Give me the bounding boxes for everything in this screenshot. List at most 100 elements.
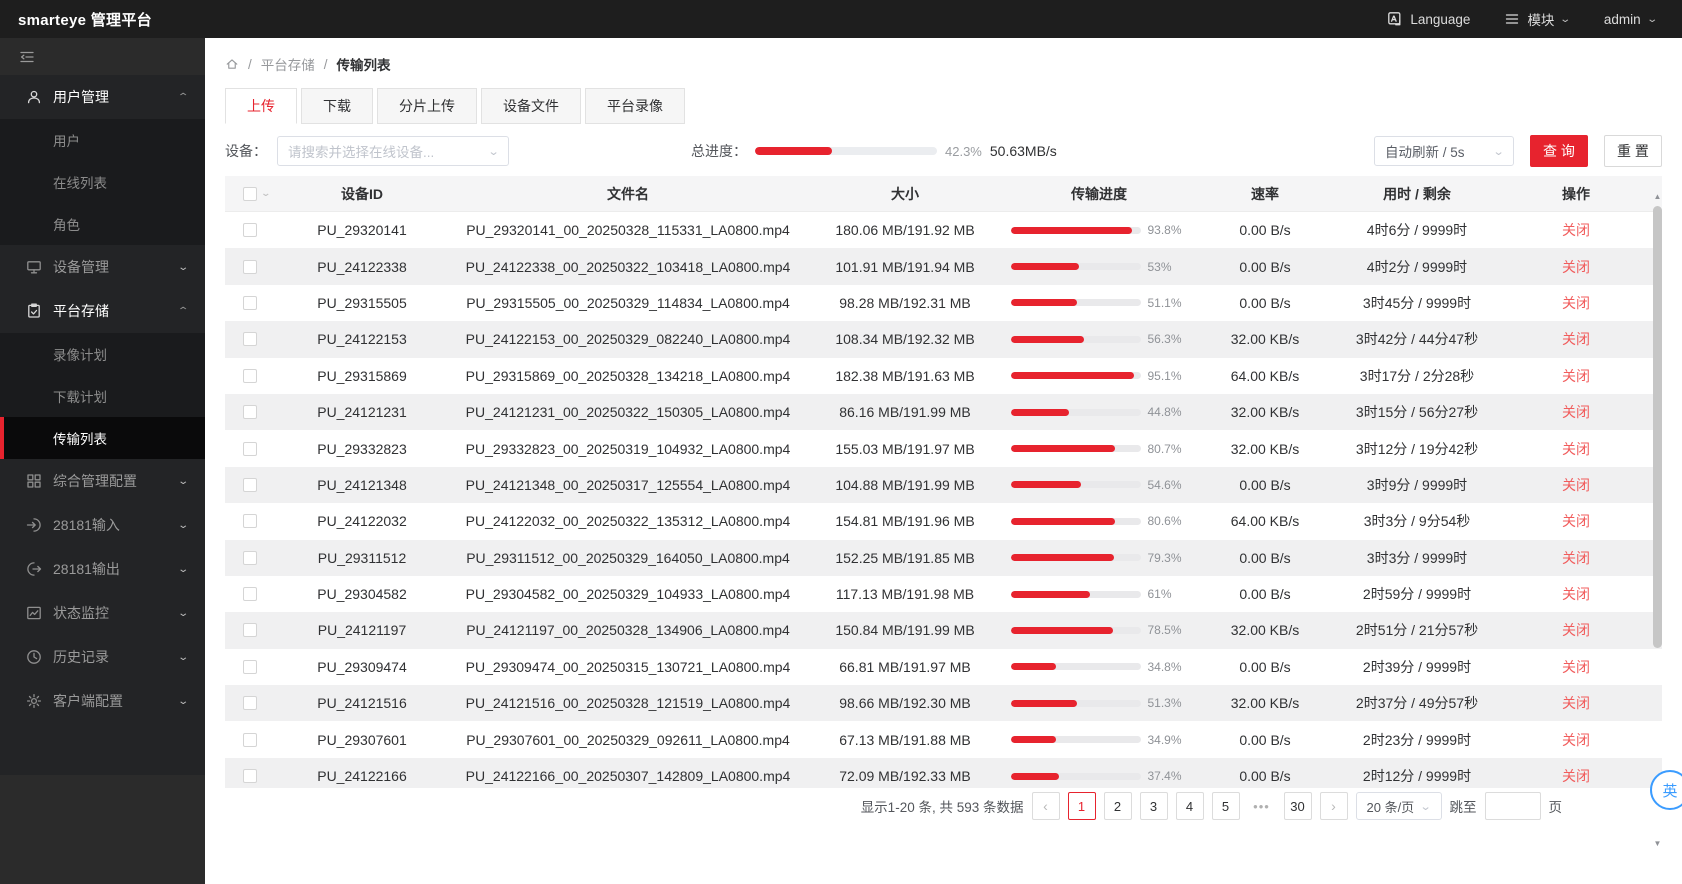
table-row: PU_24122166 PU_24122166_00_20250307_1428… (225, 757, 1662, 788)
page-size-select[interactable]: 20 条/页 ⌄ (1355, 792, 1442, 820)
sidebar-subitem-users[interactable]: 用户 (0, 119, 205, 161)
row-checkbox[interactable] (243, 477, 257, 492)
row-checkbox[interactable] (243, 514, 257, 529)
close-action-link[interactable]: 关闭 (1562, 622, 1590, 638)
cell-file-name: PU_24121197_00_20250328_134906_LA0800.mp… (466, 622, 790, 639)
scroll-up-icon[interactable]: ▲ (1650, 192, 1665, 201)
cell-rate: 64.00 KB/s (1230, 513, 1300, 530)
sidebar-item-history[interactable]: 历史记录 ⌄ (0, 635, 205, 679)
close-action-link[interactable]: 关闭 (1562, 659, 1590, 675)
close-action-link[interactable]: 关闭 (1562, 331, 1590, 347)
row-checkbox[interactable] (243, 295, 257, 310)
sidebar-subitem-online-list[interactable]: 在线列表 (0, 161, 205, 203)
close-action-link[interactable]: 关闭 (1562, 768, 1590, 784)
sidebar-subitem-download-plan[interactable]: 下载计划 (0, 375, 205, 417)
sidebar-item-platform-storage[interactable]: 平台存储 ⌃ (0, 289, 205, 333)
col-header-device-id: 设备ID (341, 185, 383, 202)
cell-device-id: PU_24122338 (317, 258, 407, 275)
row-checkbox[interactable] (243, 623, 257, 638)
scrollbar-thumb[interactable] (1653, 206, 1662, 648)
page-button[interactable]: 2 (1103, 792, 1132, 820)
sidebar-item-user-management[interactable]: 用户管理 ⌃ (0, 75, 205, 119)
sidebar-item-device-management[interactable]: 设备管理 ⌄ (0, 245, 205, 289)
sidebar-subitem-transfer-list[interactable]: 传输列表 (0, 417, 205, 459)
jump-page-input[interactable] (1484, 792, 1541, 820)
row-progress-fill (1010, 626, 1113, 634)
next-page-button[interactable]: › (1319, 792, 1348, 820)
sidebar-item-client-config[interactable]: 客户端配置 ⌄ (0, 679, 205, 723)
close-action-link[interactable]: 关闭 (1562, 550, 1590, 566)
row-checkbox[interactable] (243, 696, 257, 711)
row-checkbox[interactable] (243, 659, 257, 674)
page-button[interactable]: 4 (1175, 792, 1204, 820)
cell-size: 67.13 MB/191.88 MB (839, 731, 971, 748)
sidebar-subitem-roles[interactable]: 角色 (0, 203, 205, 245)
page-button[interactable]: 1 (1067, 792, 1096, 820)
close-action-link[interactable]: 关闭 (1562, 368, 1590, 384)
close-action-link[interactable]: 关闭 (1562, 441, 1590, 457)
sign-out-icon (27, 562, 42, 576)
sidebar-item-28181-input[interactable]: 28181输入 ⌄ (0, 503, 205, 547)
tab-device-files[interactable]: 设备文件 (481, 88, 581, 124)
close-action-link[interactable]: 关闭 (1562, 259, 1590, 275)
topbar: smarteye 管理平台 Language 模块 ⌄ admin ⌄ (0, 0, 1682, 38)
sidebar-item-28181-output[interactable]: 28181输出 ⌄ (0, 547, 205, 591)
row-checkbox[interactable] (243, 405, 257, 420)
page-button[interactable]: 3 (1139, 792, 1168, 820)
row-checkbox[interactable] (243, 769, 257, 784)
breadcrumb-sep: / (323, 56, 328, 72)
language-toggle-button[interactable]: 英 (1650, 770, 1682, 810)
tab-download[interactable]: 下载 (301, 88, 373, 124)
cell-file-name: PU_29332823_00_20250319_104932_LA0800.mp… (465, 440, 791, 457)
row-checkbox[interactable] (243, 223, 257, 238)
close-action-link[interactable]: 关闭 (1562, 477, 1590, 493)
tab-upload[interactable]: 上传 (225, 88, 297, 124)
row-checkbox[interactable] (243, 368, 257, 383)
cell-rate: 0.00 B/s (1239, 476, 1291, 493)
tab-chunk-upload[interactable]: 分片上传 (377, 88, 477, 124)
sidebar-item-status-monitor[interactable]: 状态监控 ⌄ (0, 591, 205, 635)
cell-size: 101.91 MB/191.94 MB (835, 258, 975, 275)
close-action-link[interactable]: 关闭 (1562, 732, 1590, 748)
cell-file-name: PU_29307601_00_20250329_092611_LA0800.mp… (466, 731, 790, 748)
home-icon[interactable] (225, 57, 239, 71)
collapse-sidebar-icon[interactable] (19, 49, 35, 65)
row-checkbox[interactable] (243, 441, 257, 456)
row-checkbox[interactable] (243, 550, 257, 565)
close-action-link[interactable]: 关闭 (1562, 513, 1590, 529)
user-menu[interactable]: admin ⌄ (1604, 12, 1658, 27)
close-action-link[interactable]: 关闭 (1562, 586, 1590, 602)
scroll-down-icon[interactable]: ▼ (1650, 839, 1665, 848)
total-progress-fill (755, 147, 832, 155)
query-button[interactable]: 查 询 (1530, 135, 1588, 167)
select-all-checkbox[interactable] (243, 186, 257, 201)
table-scrollbar[interactable]: ▲ ▼ (1650, 190, 1665, 850)
close-action-link[interactable]: 关闭 (1562, 222, 1590, 238)
row-checkbox[interactable] (243, 587, 257, 602)
row-checkbox[interactable] (243, 332, 257, 347)
chevron-down-icon[interactable]: ⌄ (260, 188, 271, 199)
breadcrumb-item[interactable]: 平台存储 (261, 54, 315, 74)
row-checkbox[interactable] (243, 259, 257, 274)
page-button[interactable]: 30 (1283, 792, 1312, 820)
sidebar-subitem-recording-plan[interactable]: 录像计划 (0, 333, 205, 375)
tab-platform-recording[interactable]: 平台录像 (585, 88, 685, 124)
cell-file-name: PU_24122032_00_20250322_135312_LA0800.mp… (465, 513, 791, 530)
row-checkbox[interactable] (243, 732, 257, 747)
close-action-link[interactable]: 关闭 (1562, 295, 1590, 311)
auto-refresh-select[interactable]: 自动刷新 / 5s ⌄ (1374, 136, 1514, 166)
prev-page-button[interactable]: ‹ (1031, 792, 1060, 820)
cell-file-name: PU_24121348_00_20250317_125554_LA0800.mp… (465, 476, 791, 493)
row-progress-bar (1010, 554, 1141, 562)
sidebar-item-integrated-config[interactable]: 综合管理配置 ⌄ (0, 459, 205, 503)
close-action-link[interactable]: 关闭 (1562, 695, 1590, 711)
row-progress-bar (1010, 626, 1141, 634)
gear-icon (26, 693, 42, 709)
cell-rate: 0.00 B/s (1239, 549, 1291, 566)
module-menu[interactable]: 模块 ⌄ (1504, 9, 1572, 29)
page-button[interactable]: 5 (1211, 792, 1240, 820)
close-action-link[interactable]: 关闭 (1562, 404, 1590, 420)
device-select[interactable]: 请搜索并选择在线设备... ⌄ (277, 136, 509, 166)
language-switcher[interactable]: Language (1387, 11, 1470, 27)
reset-button[interactable]: 重 置 (1604, 135, 1662, 167)
